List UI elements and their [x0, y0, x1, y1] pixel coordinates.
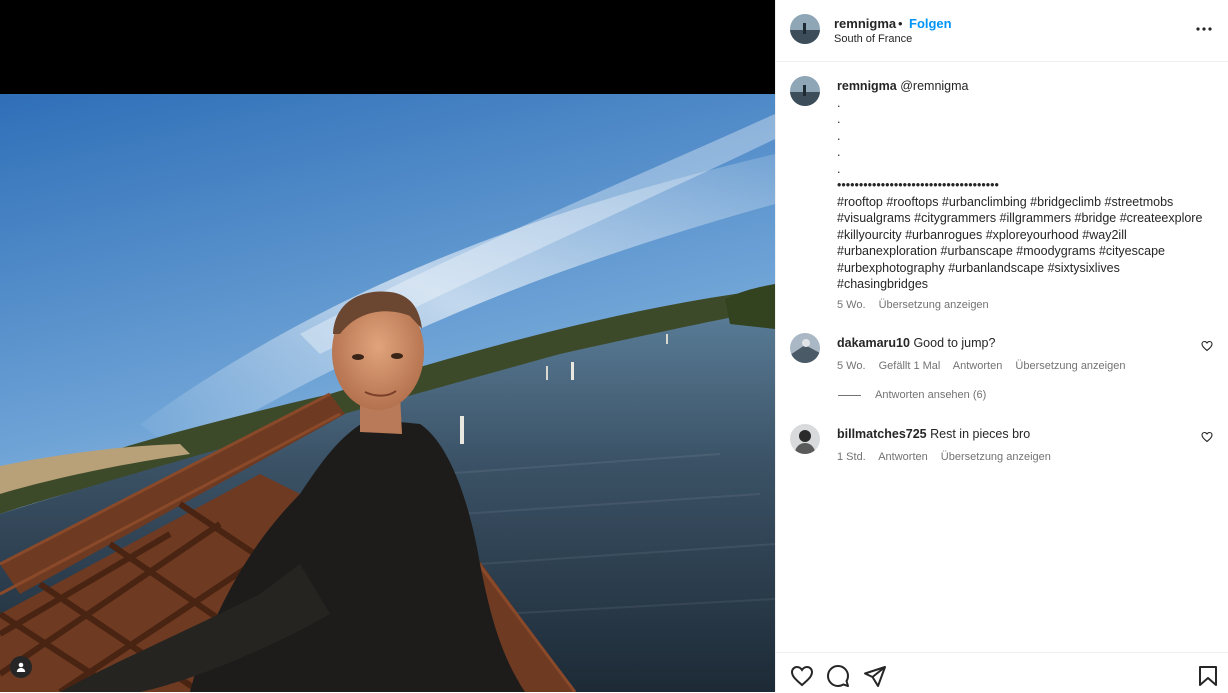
comment-like-button[interactable]: [1201, 430, 1213, 443]
share-button[interactable]: [863, 664, 887, 688]
caption-time[interactable]: 5 Wo.: [837, 299, 866, 311]
comment-username[interactable]: dakamaru10: [837, 336, 910, 350]
caption-line: .: [837, 128, 841, 143]
caption-line: .: [837, 145, 841, 159]
comment-button[interactable]: [826, 664, 850, 688]
heart-icon: [1201, 340, 1213, 352]
hashtag-line[interactable]: #killyourcity #urbanrogues #xploreyourho…: [837, 227, 1207, 244]
translate-link[interactable]: Übersetzung anzeigen: [1015, 360, 1125, 372]
caption-line: .: [837, 161, 841, 176]
like-button[interactable]: [790, 664, 814, 688]
comment-username[interactable]: billmatches725: [837, 427, 927, 441]
caption-body: remnigma @remnigma . . . . . •••••••••••…: [837, 78, 1207, 313]
comment-icon: [827, 665, 849, 687]
user-tag-icon: [16, 662, 26, 672]
post-side-panel: remnigma • Folgen South of France remnig…: [775, 0, 1228, 692]
comment-text: Good to jump?: [913, 336, 996, 350]
heart-icon: [1201, 431, 1213, 443]
comment-like-button[interactable]: [1201, 339, 1213, 352]
post-photo[interactable]: [0, 94, 775, 692]
bridge-selfie-photo: [0, 94, 775, 692]
caption-line: .: [837, 95, 841, 110]
caption-mention[interactable]: @remnigma: [900, 79, 968, 93]
caption-bullets: •••••••••••••••••••••••••••••••••••••: [837, 178, 999, 192]
comment-time[interactable]: 5 Wo.: [837, 360, 866, 372]
bookmark-icon: [1199, 666, 1217, 686]
author-username[interactable]: remnigma: [834, 16, 896, 31]
follow-button[interactable]: Folgen: [909, 16, 952, 31]
heart-icon: [790, 665, 814, 687]
save-button[interactable]: [1196, 664, 1220, 688]
replies-divider: [838, 394, 861, 396]
hashtag-line[interactable]: #visualgrams #citygrammers #illgrammers …: [837, 210, 1207, 227]
user-tag-button[interactable]: [10, 656, 32, 678]
view-replies-label: Antworten ansehen (6): [875, 389, 987, 401]
caption-username[interactable]: remnigma: [837, 79, 897, 93]
view-replies-button[interactable]: Antworten ansehen (6): [838, 389, 986, 401]
media-pane: [0, 0, 775, 692]
comment-body: billmatches725 Rest in pieces bro 1 Std.…: [837, 426, 1207, 465]
hashtag-line[interactable]: #rooftop #rooftops #urbanclimbing #bridg…: [837, 194, 1207, 211]
translate-link[interactable]: Übersetzung anzeigen: [941, 451, 1051, 463]
commenter-avatar[interactable]: [790, 333, 820, 363]
hashtag-line[interactable]: #urbanexploration #urbanscape #moodygram…: [837, 243, 1207, 260]
post-header: remnigma • Folgen South of France: [776, 0, 1228, 62]
comment-likes[interactable]: Gefällt 1 Mal: [879, 360, 941, 372]
more-options-button[interactable]: [1194, 19, 1214, 39]
caption-translate-link[interactable]: Übersetzung anzeigen: [879, 299, 989, 311]
hashtag-line[interactable]: #chasingbridges: [837, 276, 1207, 293]
comment-body: dakamaru10 Good to jump? 5 Wo. Gefällt 1…: [837, 335, 1207, 374]
comment-time[interactable]: 1 Std.: [837, 451, 866, 463]
comment-text: Rest in pieces bro: [930, 427, 1031, 441]
author-avatar[interactable]: [790, 14, 820, 44]
caption-avatar[interactable]: [790, 76, 820, 106]
comment-meta: 1 Std. Antworten Übersetzung anzeigen: [837, 449, 1207, 466]
caption-meta: 5 Wo. Übersetzung anzeigen: [837, 297, 1207, 314]
commenter-avatar[interactable]: [790, 424, 820, 454]
comments-list[interactable]: remnigma @remnigma . . . . . •••••••••••…: [776, 62, 1228, 652]
reply-button[interactable]: Antworten: [878, 451, 928, 463]
caption-line: .: [837, 112, 841, 126]
hashtag-line[interactable]: #urbexphotography #urbanlandscape #sixty…: [837, 260, 1207, 277]
more-horizontal-icon: [1196, 27, 1212, 31]
comment-meta: 5 Wo. Gefällt 1 Mal Antworten Übersetzun…: [837, 358, 1207, 375]
reply-button[interactable]: Antworten: [953, 360, 1003, 372]
share-icon: [864, 666, 886, 687]
separator-dot: •: [898, 16, 903, 31]
post-location[interactable]: South of France: [834, 33, 912, 45]
action-bar: [776, 652, 1228, 692]
